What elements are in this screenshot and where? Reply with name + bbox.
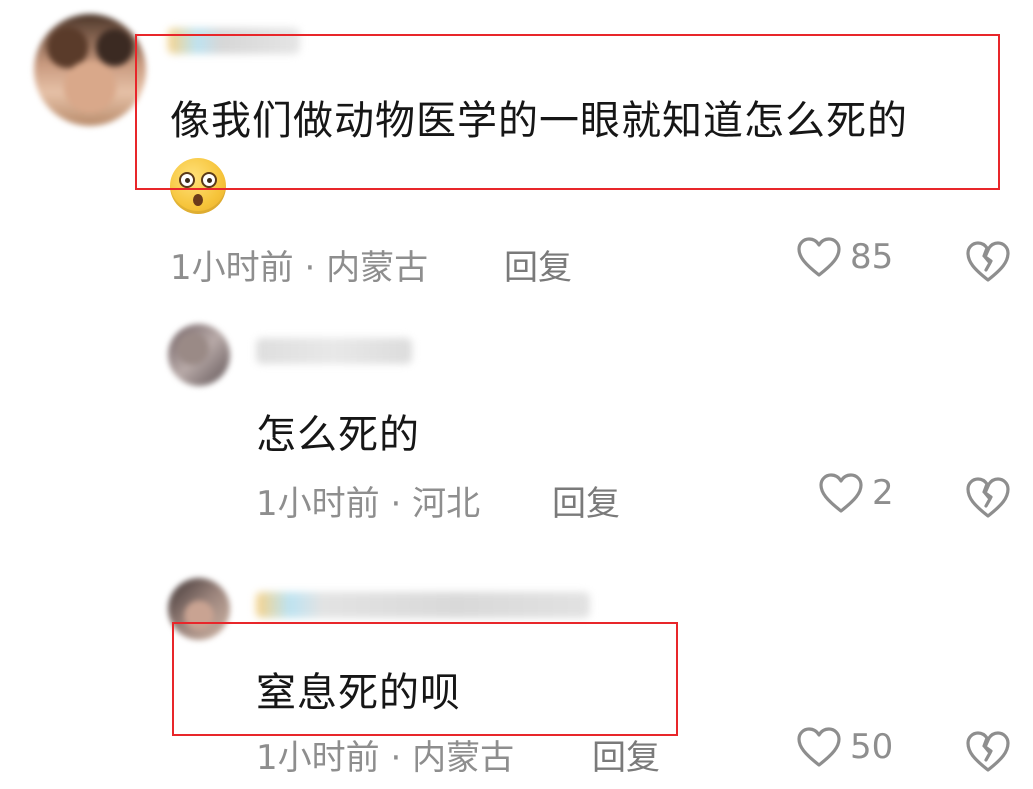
reply1-dislike-button[interactable] xyxy=(964,474,1012,522)
broken-heart-icon xyxy=(964,238,1012,286)
reply1-commenter-username-blurred[interactable] xyxy=(256,338,412,364)
meta-separator: · xyxy=(379,484,413,524)
emoji-mouth xyxy=(193,194,203,206)
main-comment-time: 1小时前 xyxy=(170,248,294,288)
reply2-meta: 1小时前 · 内蒙古 xyxy=(256,730,514,779)
main-comment-dislike-button[interactable] xyxy=(964,238,1012,286)
main-comment-like-count: 85 xyxy=(850,237,894,277)
red-highlight-box-main-comment xyxy=(135,34,1000,190)
main-comment-location: 内蒙古 xyxy=(326,248,429,288)
main-comment-meta: 1小时前 · 内蒙古 xyxy=(170,240,428,289)
comments-screenshot: 像我们做动物医学的一眼就知道怎么死的 1小时前 · 内蒙古 回复 85 怎么死的… xyxy=(0,0,1033,789)
main-comment-reply-button[interactable]: 回复 xyxy=(504,240,572,289)
meta-separator: · xyxy=(379,738,413,778)
broken-heart-icon xyxy=(964,474,1012,522)
reply2-like-count: 50 xyxy=(850,727,894,767)
reply2-like-button[interactable]: 50 xyxy=(796,726,893,768)
heart-icon xyxy=(796,726,842,768)
broken-heart-icon xyxy=(964,728,1012,776)
reply1-text: 怎么死的 xyxy=(256,412,420,458)
heart-icon xyxy=(796,236,842,278)
main-commenter-avatar[interactable] xyxy=(34,14,146,126)
reply2-commenter-username-blurred[interactable] xyxy=(256,592,590,618)
reply2-location: 内蒙古 xyxy=(412,738,515,778)
reply1-time: 1小时前 xyxy=(256,484,380,524)
red-highlight-box-reply2 xyxy=(172,622,678,736)
reply2-time: 1小时前 xyxy=(256,738,380,778)
heart-icon xyxy=(818,472,864,514)
reply1-reply-button[interactable]: 回复 xyxy=(552,476,620,525)
reply1-location: 河北 xyxy=(412,484,481,524)
meta-separator: · xyxy=(293,248,327,288)
reply1-commenter-avatar[interactable] xyxy=(168,324,230,386)
reply1-like-button[interactable]: 2 xyxy=(818,472,894,514)
reply2-reply-button[interactable]: 回复 xyxy=(592,730,660,779)
reply1-meta: 1小时前 · 河北 xyxy=(256,476,480,525)
reply1-like-count: 2 xyxy=(872,473,894,513)
reply2-dislike-button[interactable] xyxy=(964,728,1012,776)
main-comment-like-button[interactable]: 85 xyxy=(796,236,893,278)
